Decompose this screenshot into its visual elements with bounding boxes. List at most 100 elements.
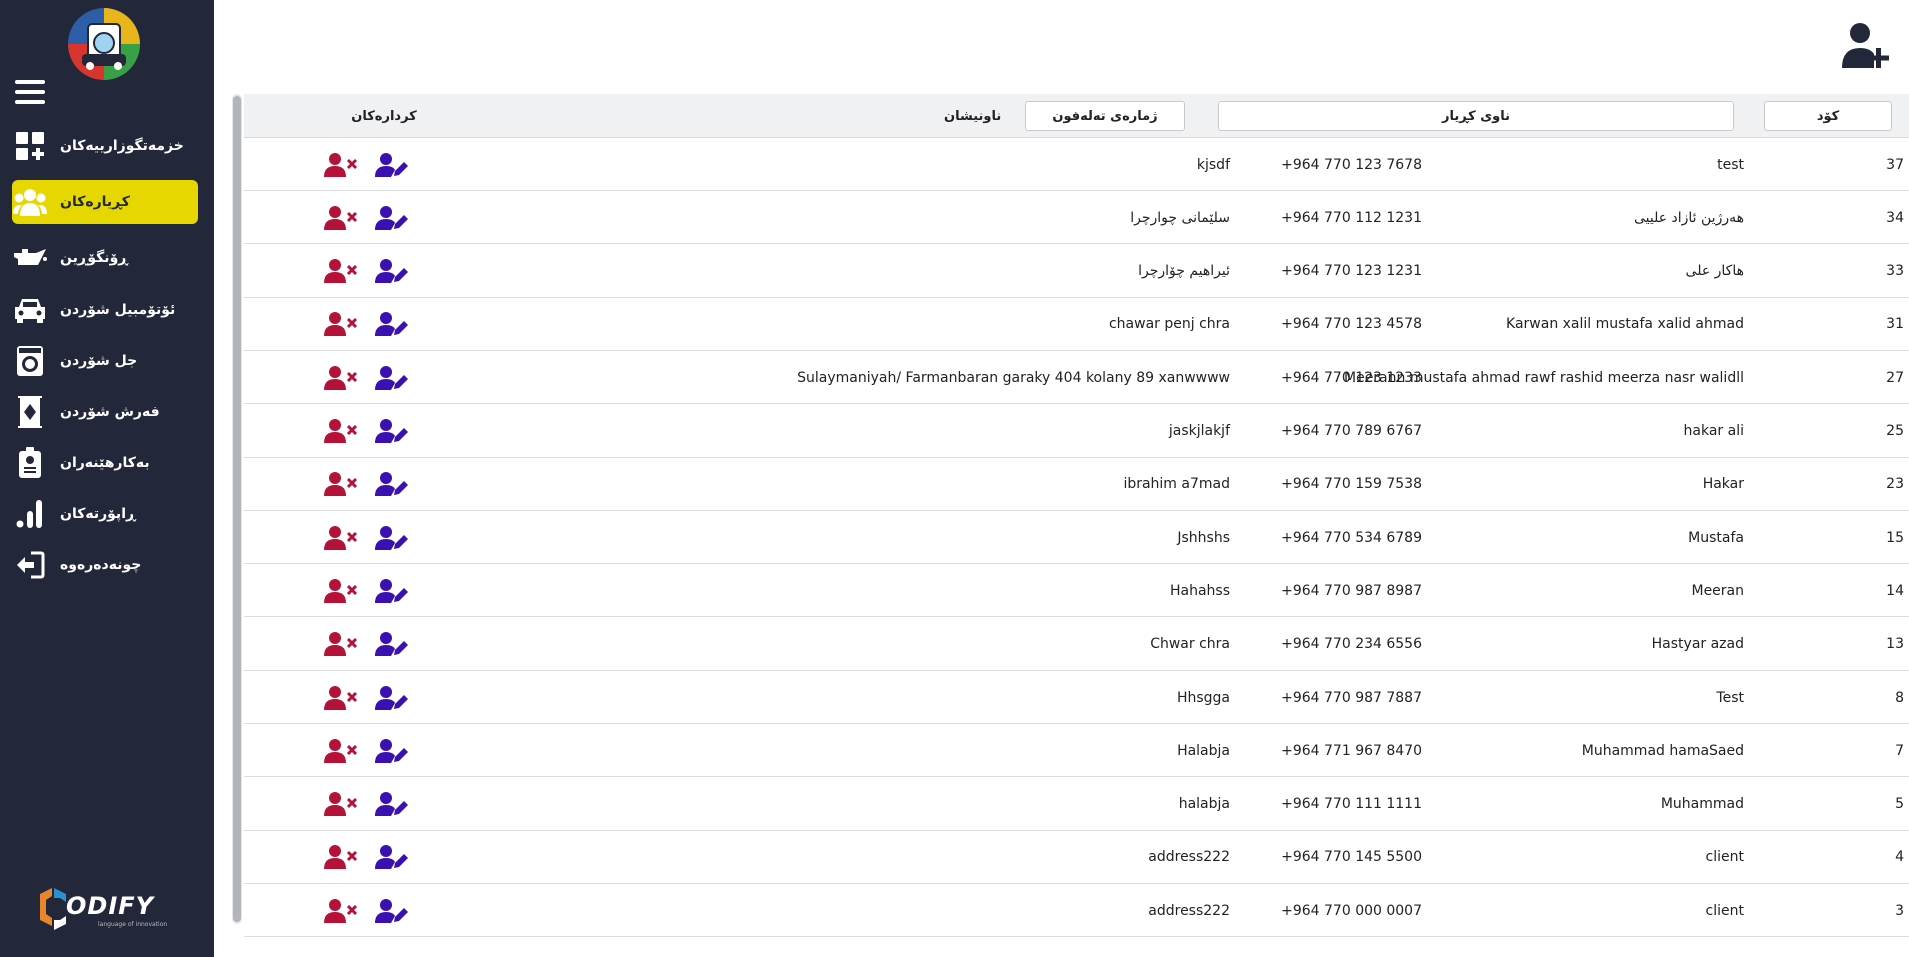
edit-user-icon [374,365,408,391]
edit-customer-button[interactable] [374,310,408,338]
sidebar: خزمەتگوزارییەکان کڕیارەکان ڕۆنگۆڕین ئۆتۆ… [0,0,214,957]
remove-user-icon [324,791,358,817]
header-actions: کردارەکان [324,101,444,131]
add-customer-button[interactable] [1840,20,1892,70]
sidebar-item-carpet-wash[interactable]: فەرش شۆردن [12,390,198,434]
delete-customer-button[interactable] [324,843,358,871]
sidebar-item-label: چونەدەرەوە [60,557,142,573]
delete-customer-button[interactable] [324,790,358,818]
sidebar-item-label: بەکارهێنەران [60,455,150,471]
sidebar-item-customers[interactable]: کڕیارەکان [12,180,198,224]
edit-customer-button[interactable] [374,151,408,179]
cell-code: 37 [1886,156,1904,173]
brand-tagline: language of innovation [98,921,168,928]
sidebar-item-reports[interactable]: ڕاپۆرتەکان [12,492,198,536]
delete-customer-button[interactable] [324,630,358,658]
remove-user-icon [324,418,358,444]
row-actions [324,831,414,884]
edit-customer-button[interactable] [374,843,408,871]
header-phone-filter[interactable]: ژمارەی تەلەفون [1025,101,1185,131]
sidebar-item-car-wash[interactable]: ئۆتۆمبیل شۆردن [12,288,198,332]
header-code-label: کۆد [1816,108,1840,124]
row-actions [324,884,414,937]
edit-customer-button[interactable] [374,364,408,392]
header-address-label: ناونیشان [944,108,1002,124]
edit-user-icon [374,471,408,497]
delete-customer-button[interactable] [324,417,358,445]
cell-code: 14 [1886,582,1904,599]
delete-customer-button[interactable] [324,470,358,498]
menu-toggle-button[interactable] [15,80,45,110]
header-code-filter[interactable]: کۆد [1764,101,1892,131]
cell-code: 5 [1895,796,1904,813]
edit-user-icon [374,418,408,444]
row-actions [324,138,414,191]
sidebar-item-services[interactable]: خزمەتگوزارییەکان [12,124,198,168]
bar-chart-icon [12,496,48,532]
edit-customer-button[interactable] [374,417,408,445]
edit-customer-button[interactable] [374,577,408,605]
delete-customer-button[interactable] [324,524,358,552]
delete-customer-button[interactable] [324,684,358,712]
table-row: address222 +964 770 145 5500 client 4 [244,831,1909,884]
app-logo [68,8,140,80]
delete-customer-button[interactable] [324,310,358,338]
cell-name: Meerann mustafa ahmad rawf rashid meerza… [1344,369,1744,386]
edit-customer-button[interactable] [374,897,408,925]
cell-code: 13 [1886,636,1904,653]
remove-user-icon [324,844,358,870]
sidebar-item-label: ڕۆنگۆڕین [60,250,128,266]
edit-user-icon [374,258,408,284]
sidebar-item-users[interactable]: بەکارهێنەران [12,441,198,485]
delete-customer-button[interactable] [324,897,358,925]
delete-customer-button[interactable] [324,204,358,232]
edit-user-icon [374,791,408,817]
edit-customer-button[interactable] [374,684,408,712]
delete-customer-button[interactable] [324,364,358,392]
edit-customer-button[interactable] [374,470,408,498]
delete-customer-button[interactable] [324,577,358,605]
remove-user-icon [324,738,358,764]
table-row: chawar penj chra +964 770 123 4578 Karwan … [244,298,1909,351]
edit-customer-button[interactable] [374,524,408,552]
customers-table: کۆد ناوی کڕیار ژمارەی تەلەفون ناونیشان ک… [244,94,1909,957]
vertical-scrollbar[interactable] [232,94,242,924]
remove-user-icon [324,258,358,284]
header-name-filter[interactable]: ناوی کڕیار [1218,101,1734,131]
edit-customer-button[interactable] [374,204,408,232]
edit-customer-button[interactable] [374,737,408,765]
edit-customer-button[interactable] [374,790,408,818]
sidebar-item-oil-change[interactable]: ڕۆنگۆڕین [12,236,198,280]
row-actions [324,724,414,777]
cell-code: 15 [1886,529,1904,546]
delete-customer-button[interactable] [324,737,358,765]
table-row: Halabja +964 771 967 8470 Muhammad hamaSae… [244,724,1909,778]
delete-customer-button[interactable] [324,151,358,179]
delete-customer-button[interactable] [324,257,358,285]
brand-name: ODIFY [66,892,155,920]
cell-name: Hastyar azad [1651,636,1744,653]
remove-user-icon [324,525,358,551]
edit-user-icon [374,685,408,711]
cell-code: 23 [1886,476,1904,493]
remove-user-icon [324,685,358,711]
edit-customer-button[interactable] [374,630,408,658]
row-actions [324,351,414,404]
sidebar-item-logout[interactable]: چونەدەرەوە [12,543,198,587]
services-grid-icon [12,128,48,164]
remove-user-icon [324,205,358,231]
cell-name: Test [1716,689,1744,706]
sidebar-item-label: فەرش شۆردن [60,404,160,420]
cell-code: 4 [1895,849,1904,866]
row-actions [324,245,414,298]
header-address: ناونیشان [944,101,1016,131]
sidebar-item-label: کڕیارەکان [60,194,130,210]
edit-customer-button[interactable] [374,257,408,285]
table-row: Chwar chra +964 770 234 6556 Hastyar azad 1… [244,618,1909,671]
sidebar-item-laundry[interactable]: جل شۆردن [12,339,198,383]
sidebar-item-label: ئۆتۆمبیل شۆردن [60,302,176,318]
scrollbar-thumb[interactable] [233,96,241,922]
cell-code: 25 [1886,423,1904,439]
hamburger-line [15,100,45,104]
remove-user-icon [324,898,358,924]
